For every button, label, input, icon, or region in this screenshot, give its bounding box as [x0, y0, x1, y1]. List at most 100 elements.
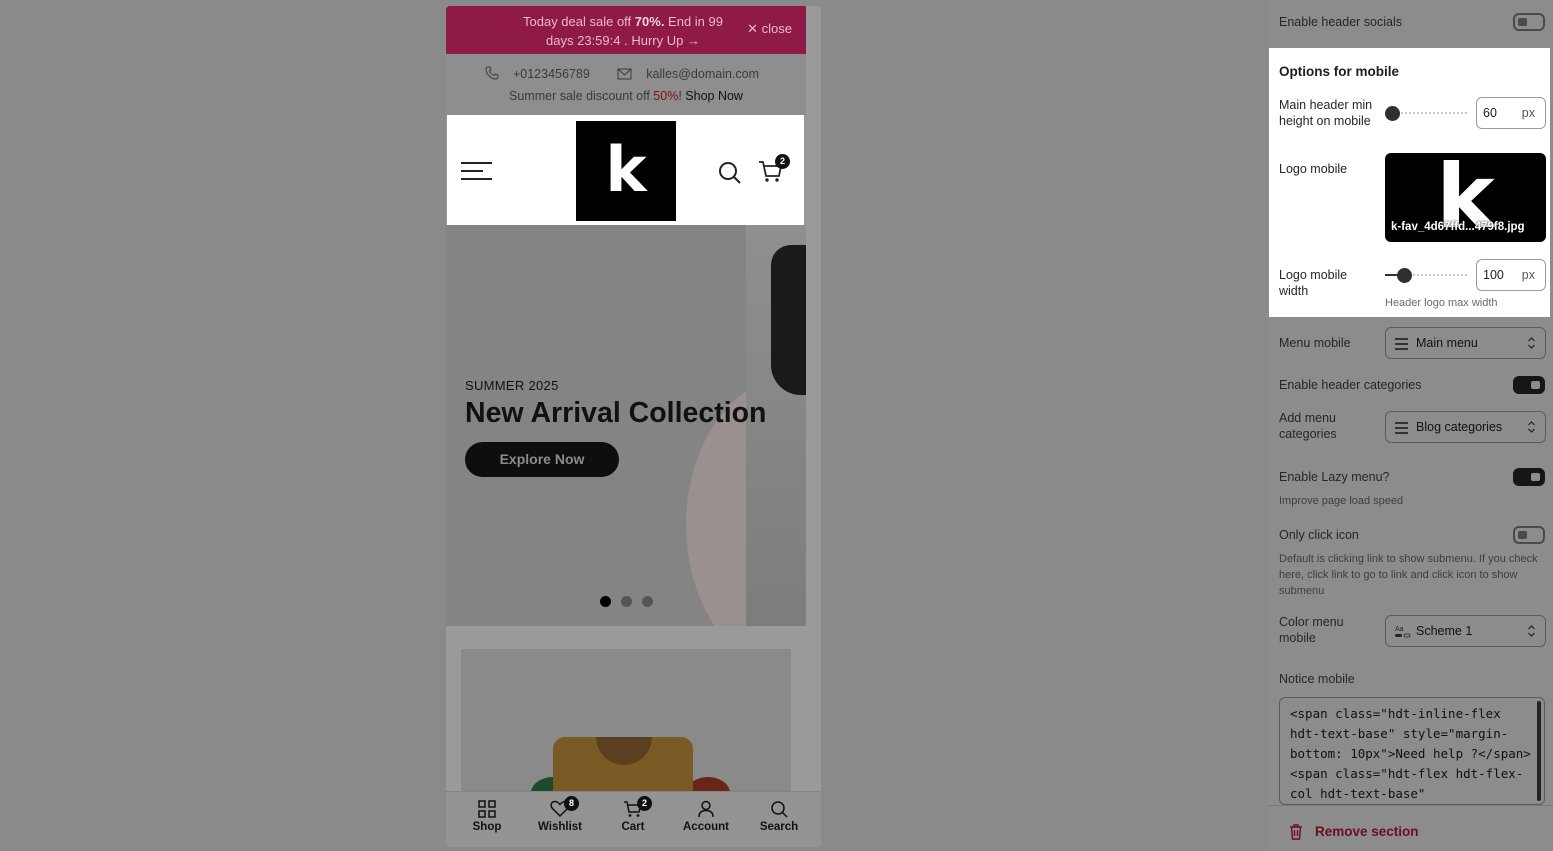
only-click-icon-label: Only click icon — [1279, 528, 1359, 542]
nav-search[interactable]: Search — [744, 800, 814, 833]
header-categories-toggle[interactable] — [1513, 376, 1545, 394]
min-height-slider-knob[interactable] — [1385, 106, 1400, 121]
nav-wishlist-label: Wishlist — [538, 821, 582, 833]
cart-count-badge: 2 — [775, 154, 790, 169]
chevron-updown-icon — [1528, 625, 1535, 637]
header-socials-toggle[interactable] — [1513, 13, 1545, 31]
search-icon[interactable] — [718, 161, 742, 185]
color-menu-setting: Color menu mobile Aa Scheme 1 — [1279, 614, 1546, 648]
wishlist-count-badge: 8 — [564, 796, 579, 811]
nav-account[interactable]: Account — [671, 800, 741, 833]
notice-mobile-label: Notice mobile — [1279, 672, 1355, 686]
bottom-navigation: Shop Wishlist Cart Account Search 8 2 — [446, 791, 821, 847]
notice-mobile-setting: Notice mobile — [1279, 670, 1545, 690]
min-height-value: 60 — [1483, 106, 1497, 120]
lazy-menu-setting: Enable Lazy menu? Improve page load spee… — [1279, 468, 1545, 512]
mobile-options-title: Options for mobile — [1279, 64, 1399, 79]
color-menu-label: Color menu mobile — [1279, 615, 1344, 645]
email-address: kalles@domain.com — [646, 67, 760, 81]
logo-width-label: Logo mobile width — [1279, 268, 1348, 298]
announcement-bar: Today deal sale off 70%. End in 99 days … — [446, 6, 806, 54]
announcement-text: Today deal sale off 70%. End in 99 days … — [508, 12, 738, 50]
min-height-input[interactable]: 60 px — [1476, 97, 1546, 129]
logo-width-unit: px — [1521, 268, 1535, 282]
site-logo[interactable]: k — [576, 121, 676, 221]
announcement-discount: 70%. — [634, 14, 665, 29]
only-click-icon-setting: Only click icon Default is clicking link… — [1279, 526, 1545, 600]
sale-pre: Summer sale discount off — [509, 89, 654, 103]
list-icon — [1395, 338, 1408, 353]
color-menu-value: Scheme 1 — [1416, 624, 1473, 638]
only-click-icon-toggle[interactable] — [1513, 526, 1545, 544]
menu-categories-label: Add menu categories — [1279, 411, 1337, 441]
min-height-label: Main header min height on mobile — [1279, 98, 1373, 128]
list-icon — [1395, 422, 1408, 437]
nav-shop[interactable]: Shop — [452, 800, 522, 833]
hero-subtitle: SUMMER 2025 — [465, 378, 559, 393]
nav-shop-label: Shop — [472, 821, 502, 833]
phone-number: +0123456789 — [512, 67, 590, 81]
shop-now-link[interactable]: Shop Now — [685, 89, 743, 103]
only-click-icon-help: Default is clicking link to show submenu… — [1279, 553, 1538, 597]
chevron-updown-icon — [1528, 337, 1535, 349]
sale-value: 50%! — [653, 89, 682, 103]
header-socials-setting: Enable header socials — [1279, 13, 1545, 33]
chevron-updown-icon — [1528, 421, 1535, 433]
search-icon — [771, 801, 788, 818]
mobile-options-group: Options for mobile Main header min heigh… — [1269, 48, 1550, 317]
notice-mobile-textarea[interactable]: <span class="hdt-inline-flex hdt-text-ba… — [1279, 697, 1545, 805]
slider-dots — [600, 594, 663, 612]
contact-bar: +0123456789 kalles@domain.com Summer sal… — [446, 54, 806, 116]
min-height-slider[interactable] — [1385, 106, 1469, 121]
header-socials-label: Enable header socials — [1279, 15, 1402, 29]
lazy-menu-toggle[interactable] — [1513, 468, 1545, 486]
slider-dot-1[interactable] — [600, 596, 611, 607]
min-height-unit: px — [1521, 106, 1535, 120]
logo-width-slider-knob[interactable] — [1397, 268, 1412, 283]
menu-categories-setting: Add menu categories Blog categories — [1279, 410, 1546, 444]
close-icon: ✕ — [747, 21, 759, 36]
close-label: close — [761, 21, 792, 36]
phone-contact[interactable]: +0123456789 — [485, 66, 601, 81]
slider-dot-3[interactable] — [642, 596, 653, 607]
menu-mobile-label: Menu mobile — [1279, 336, 1351, 350]
hurry-up-link[interactable]: . Hurry Up → — [624, 33, 700, 48]
phone-icon — [485, 66, 499, 80]
logo-width-help: Header logo max width — [1385, 297, 1498, 309]
logo-mobile-filename: k-fav_4d67ffd...479f8.jpg — [1391, 221, 1525, 233]
logo-width-slider[interactable] — [1385, 268, 1469, 283]
user-icon — [698, 800, 714, 818]
nav-wishlist[interactable]: Wishlist — [525, 800, 595, 833]
grid-icon — [478, 800, 496, 818]
menu-categories-value: Blog categories — [1416, 420, 1503, 434]
logo-mobile-image[interactable]: k k-fav_4d67ffd...479f8.jpg — [1385, 153, 1546, 242]
menu-mobile-select[interactable]: Main menu — [1385, 327, 1546, 359]
nav-account-label: Account — [683, 821, 729, 833]
logo-width-input[interactable]: 100 px — [1476, 259, 1546, 291]
remove-section-label: Remove section — [1315, 824, 1419, 839]
email-contact[interactable]: kalles@domain.com — [617, 67, 767, 81]
nav-cart[interactable]: Cart — [598, 800, 668, 833]
color-menu-select[interactable]: Aa Scheme 1 — [1385, 615, 1546, 647]
trash-icon — [1290, 824, 1302, 840]
svg-text:Aa: Aa — [1395, 626, 1404, 633]
remove-section-button[interactable]: Remove section — [1268, 805, 1553, 851]
logo-width-value: 100 — [1483, 268, 1504, 282]
mail-icon — [617, 68, 632, 80]
mobile-preview: Today deal sale off 70%. End in 99 days … — [446, 6, 821, 847]
announcement-close-button[interactable]: ✕ close — [747, 21, 792, 37]
menu-categories-select[interactable]: Blog categories — [1385, 411, 1546, 443]
hero-title: New Arrival Collection — [465, 397, 767, 429]
hero-slider: SUMMER 2025 New Arrival Collection Explo… — [446, 225, 806, 626]
lazy-menu-label: Enable Lazy menu? — [1279, 470, 1390, 484]
nav-cart-count-badge: 2 — [637, 796, 652, 811]
menu-mobile-setting: Menu mobile Main menu — [1279, 327, 1546, 366]
header-categories-label: Enable header categories — [1279, 378, 1422, 392]
color-scheme-icon: Aa — [1395, 626, 1411, 638]
textarea-scrollbar[interactable] — [1537, 701, 1541, 801]
lazy-menu-help: Improve page load speed — [1279, 495, 1404, 507]
explore-now-button[interactable]: Explore Now — [465, 442, 619, 477]
menu-icon[interactable] — [461, 162, 492, 180]
slider-dot-2[interactable] — [621, 596, 632, 607]
header-categories-setting: Enable header categories — [1279, 376, 1545, 396]
